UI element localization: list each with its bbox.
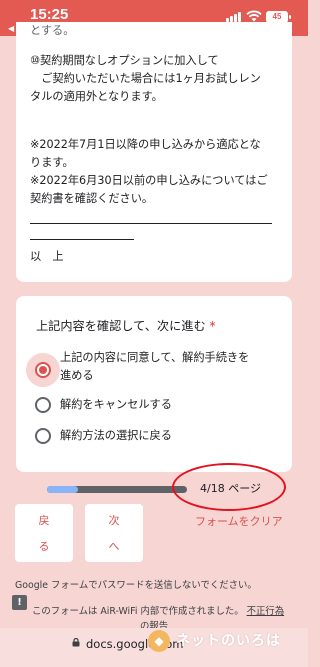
radio-agree[interactable] [35,362,51,378]
footer-created-text: このフォームは AiR-WiFi 内部で作成されました。 [32,606,244,617]
notice-item10-line1: ⑩契約期間なしオプションに加入して [30,54,219,67]
divider-long [30,223,272,224]
next-button[interactable]: 次 へ [85,504,143,562]
password-warning: Google フォームでパスワードを送信しないでください。 [15,580,257,591]
option-agree-label-line1[interactable]: 上記の内容に同意して、解約手続きを [60,349,249,366]
notice-card: とする。 ⑩契約期間なしオプションに加入して ご契約いただいた場合には1ヶ月お試… [16,22,292,282]
signal-icon [226,12,242,22]
required-mark: * [209,319,216,333]
notice-item10-line2: ご契約いただいた場合には1ヶ月お試しレン [30,72,261,85]
annotation-circle [172,463,286,511]
notice-item10-line3: タルの適用外となります。 [30,90,163,103]
question-title: 上記内容を確認して、次に進む * [36,316,216,334]
radio-cancel[interactable] [35,397,51,413]
notice-note2-line1: ※2022年6月30日以前の申し込みについてはご [30,174,268,187]
next-button-label-2: へ [108,540,120,553]
back-button-label-1: 戻 [38,514,50,527]
report-abuse-link[interactable]: 不正行為 [247,606,285,617]
notice-note1-line2: ります。 [30,156,74,169]
question-title-text: 上記内容を確認して、次に進む [36,319,206,333]
notice-end-text: 以 上 [30,250,64,263]
status-time: 15:25 [30,6,69,23]
radio-back-to-method[interactable] [35,428,51,444]
divider-short [30,239,134,240]
progress-bar [47,486,187,493]
option-back-label[interactable]: 解約方法の選択に戻る [60,427,172,444]
notice-note2-line2: 契約書を確認ください。 [30,192,154,205]
watermark-logo-icon: ◆ [148,630,170,652]
back-button-label-2: る [38,540,50,553]
clear-form-link[interactable]: フォームをクリア [195,513,283,529]
notice-note1-line1: ※2022年7月1日以降の申し込みから適応とな [30,138,261,151]
progress-fill [47,486,79,493]
watermark-text: ネットのいろは [176,633,281,649]
option-agree-label-line2[interactable]: 進める [60,367,94,384]
back-button[interactable]: 戻 る [15,504,73,562]
wifi-icon [246,10,262,22]
lock-icon [72,638,80,647]
option-cancel-label[interactable]: 解約をキャンセルする [60,396,172,413]
next-button-label-1: 次 [108,514,120,527]
footer-created: このフォームは AiR-WiFi 内部で作成されました。 不正行為 [32,603,284,617]
notice-partial-line: とする。 [30,24,75,37]
alert-icon: ! [12,595,27,610]
